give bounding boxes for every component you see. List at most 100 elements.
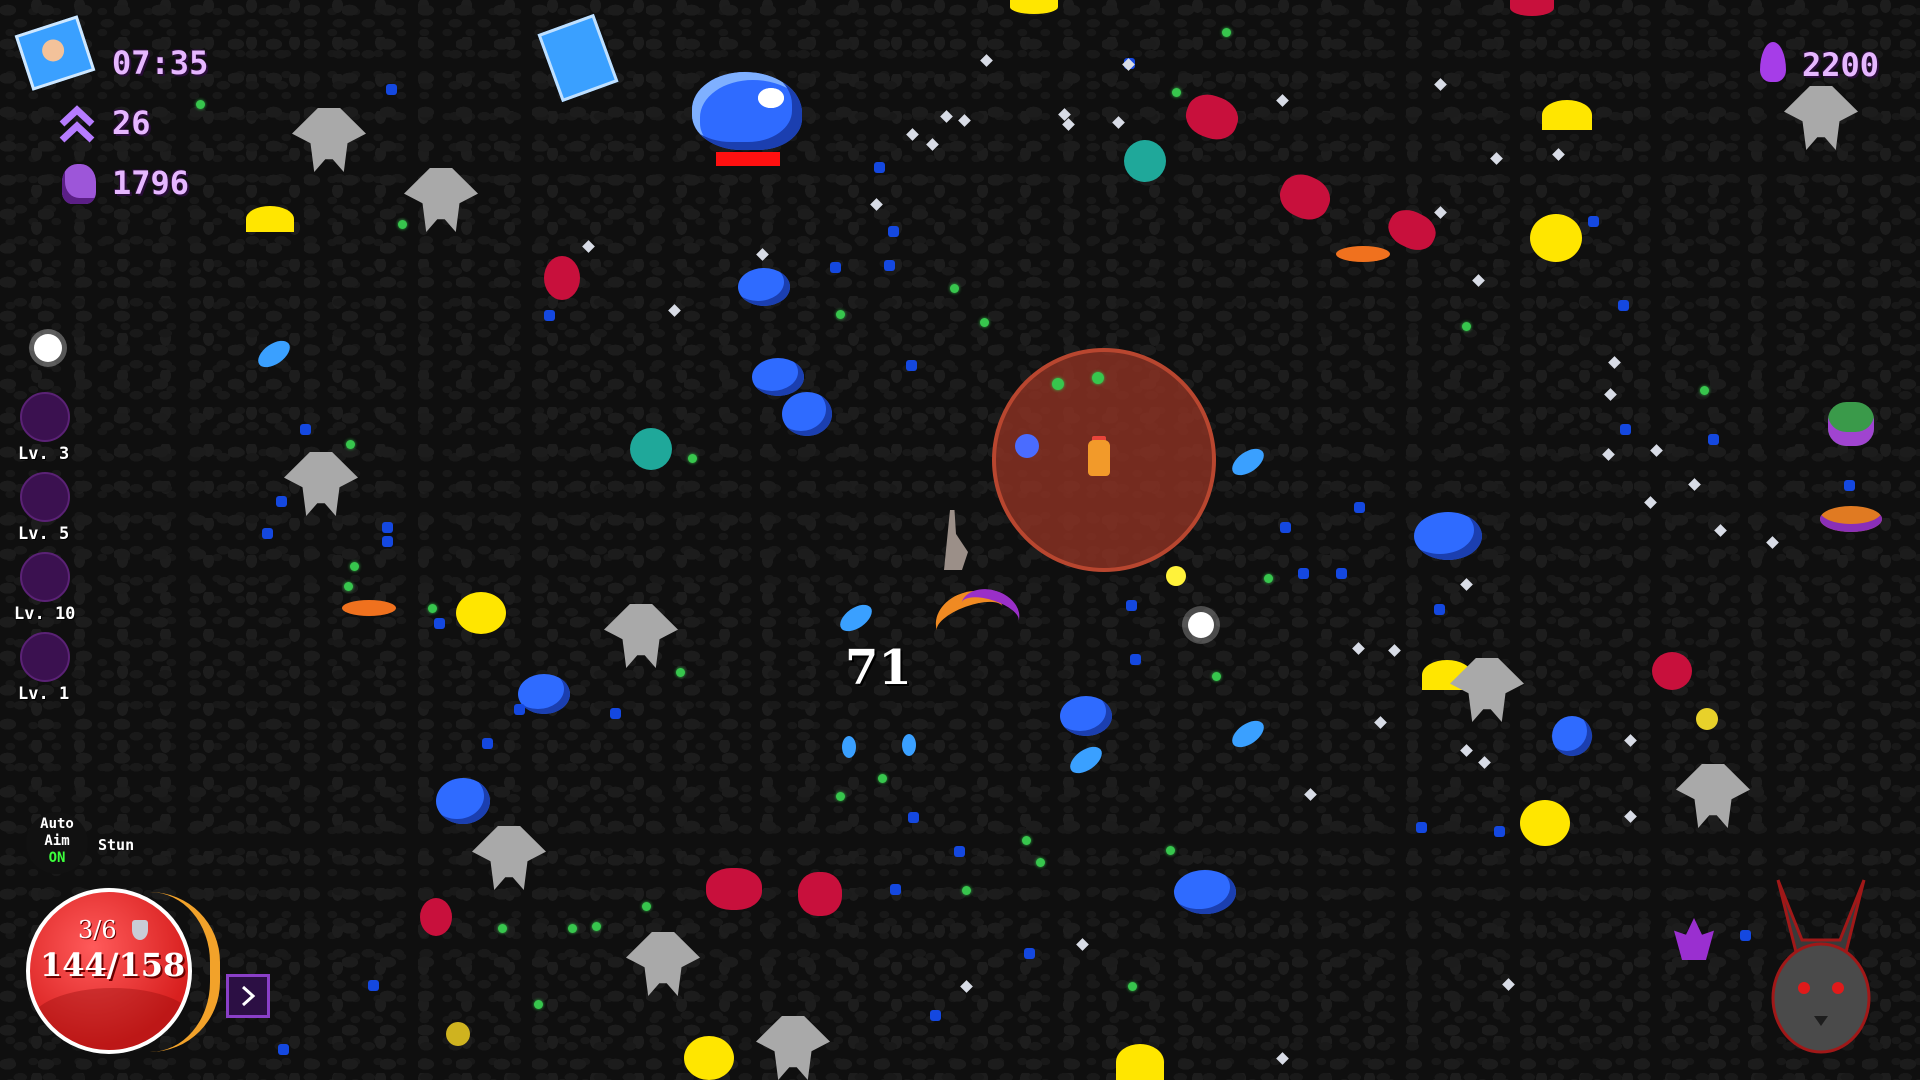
currency-amount: 2200 <box>1802 46 1880 84</box>
xp-gem <box>676 668 685 677</box>
xp-gem <box>382 536 393 547</box>
auto-aim-label-line1: Auto <box>40 816 74 832</box>
enemy-grey-ghost <box>604 604 678 668</box>
damage-number: 71 <box>845 640 912 696</box>
blue-fish-projectile <box>1227 443 1269 481</box>
enemy-grey-ghost <box>1676 764 1750 828</box>
enemy-blue-slime <box>436 778 490 824</box>
xp-gem <box>1212 672 1221 681</box>
xp-gem <box>278 1044 289 1055</box>
enemy-blue-slime <box>1414 512 1482 560</box>
xp-gem <box>1036 858 1045 867</box>
xp-gem <box>930 1010 941 1021</box>
xp-gem <box>482 738 493 749</box>
blue-fish-projectile <box>842 736 856 758</box>
kill-count: 1796 <box>112 164 190 202</box>
enemy-blue-slime <box>1552 716 1592 756</box>
xp-gem <box>962 886 971 895</box>
sun-burst-projectile <box>1188 612 1214 638</box>
xp-gem <box>1126 600 1137 611</box>
xp-gem <box>1490 152 1503 165</box>
next-button[interactable] <box>226 974 270 1018</box>
skull-icon <box>62 164 96 204</box>
enemy-blue-slime <box>738 268 790 306</box>
xp-gem <box>1700 386 1709 395</box>
xp-gem <box>958 114 971 127</box>
xp-gem <box>382 522 393 533</box>
enemy-grey-ghost <box>292 108 366 172</box>
xp-gem <box>926 138 939 151</box>
xp-gem <box>568 924 577 933</box>
xp-gem <box>870 198 883 211</box>
xp-gem <box>1076 938 1089 951</box>
xp-gem <box>884 260 895 271</box>
xp-gem <box>498 924 507 933</box>
xp-gem <box>980 318 989 327</box>
xp-gem <box>980 54 993 67</box>
enemy-blue-slime <box>752 358 804 396</box>
stun-button[interactable]: Stun <box>98 836 134 854</box>
enemy-red-blob <box>798 872 842 916</box>
xp-gem <box>434 618 445 629</box>
shield-charges: 3/6 <box>78 916 117 944</box>
blue-fish-projectile <box>253 335 295 373</box>
xp-gem <box>1264 574 1273 583</box>
xp-gem <box>1298 568 1309 579</box>
xp-gem <box>874 162 885 173</box>
xp-gem <box>1166 846 1175 855</box>
xp-gem <box>276 496 287 507</box>
xp-gem <box>1416 822 1427 833</box>
xp-gem <box>1618 300 1629 311</box>
xp-gem <box>954 846 965 857</box>
enemy-blue-slime <box>518 674 570 714</box>
chevron-right-icon <box>241 985 256 1007</box>
enemy-red-blob <box>1180 88 1244 146</box>
xp-gem <box>1222 28 1231 37</box>
xp-gem <box>1276 1052 1289 1065</box>
xp-gem <box>1688 478 1701 491</box>
enemy-red-blob <box>706 868 762 910</box>
xp-gem <box>1462 322 1471 331</box>
xp-gem <box>1604 388 1617 401</box>
xp-gem <box>1460 744 1473 757</box>
xp-gem <box>1388 644 1401 657</box>
xp-gem <box>582 240 595 253</box>
enemy-blue-slime <box>1060 696 1112 736</box>
run-timer: 07:35 <box>112 44 209 82</box>
xp-gem <box>1024 948 1035 959</box>
skill-level-4: Lv. 1 <box>18 684 70 704</box>
enemy-red-blob <box>544 256 580 300</box>
xp-gem <box>1434 206 1447 219</box>
xp-gem <box>262 528 273 539</box>
xp-gem <box>1374 716 1387 729</box>
xp-gem <box>688 454 697 463</box>
xp-gem <box>1112 116 1125 129</box>
carrot-plant-powerup <box>1828 402 1874 446</box>
enemy-red-blob <box>420 898 452 936</box>
xp-gem <box>1280 522 1291 533</box>
xp-gem <box>906 128 919 141</box>
skill-slot-4 <box>20 632 70 682</box>
xp-gem <box>836 792 845 801</box>
xp-gem <box>544 310 555 321</box>
enemy-blue-slime-elite <box>692 72 802 150</box>
xp-gem <box>368 980 379 991</box>
enemy-blue-slime <box>782 392 832 436</box>
skill-level-3: Lv. 10 <box>14 604 76 624</box>
double-chevron-up-icon <box>58 104 96 146</box>
xp-gem <box>906 360 917 371</box>
sun-icon <box>34 334 62 362</box>
auto-aim-toggle[interactable]: Auto Aim ON <box>26 812 88 874</box>
xp-gem <box>1052 378 1064 390</box>
xp-gem <box>1276 94 1289 107</box>
xp-gem <box>1644 496 1657 509</box>
enemy-red-blob <box>1382 203 1442 257</box>
xp-gem <box>940 110 953 123</box>
xp-gem <box>1708 434 1719 445</box>
xp-gem <box>428 604 437 613</box>
enemy-red-blob <box>1273 167 1337 227</box>
sun-burst-projectile <box>446 1022 470 1046</box>
xp-gem <box>344 582 353 591</box>
xp-gem <box>1620 424 1631 435</box>
carrot-pickup <box>342 600 396 616</box>
